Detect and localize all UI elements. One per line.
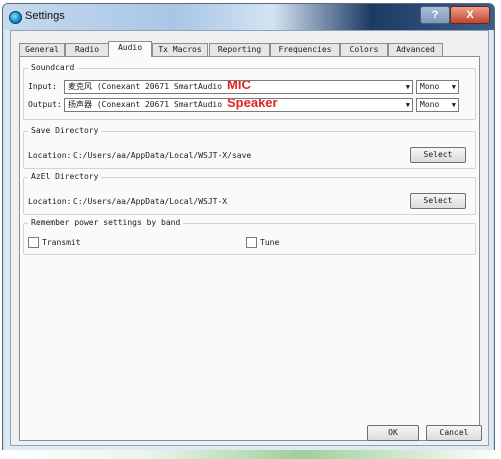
- tab-colors[interactable]: Colors: [340, 43, 388, 56]
- output-device-value: 扬声器 (Conexant 20671 SmartAudio: [68, 100, 223, 109]
- azel-directory-group: AzEl Directory Location: C:/Users/aa/App…: [23, 172, 476, 215]
- chevron-down-icon: ▼: [451, 101, 456, 109]
- tab-radio[interactable]: Radio: [65, 43, 109, 56]
- close-button[interactable]: X: [450, 6, 490, 24]
- tab-tx-macros[interactable]: Tx Macros: [152, 43, 208, 56]
- azel-directory-select-button[interactable]: Select: [410, 193, 466, 209]
- tab-frequencies[interactable]: Frequencies: [270, 43, 340, 56]
- chevron-down-icon: ▼: [451, 83, 456, 91]
- ok-button[interactable]: OK: [367, 425, 419, 441]
- tune-label: Tune: [260, 238, 280, 247]
- settings-window: Settings ? X General Radio Audio Tx Macr…: [2, 3, 495, 453]
- input-channel-value: Mono: [420, 82, 440, 91]
- chevron-down-icon: ▼: [405, 101, 410, 109]
- transmit-label: Transmit: [42, 238, 81, 247]
- input-device-value: 麦克风 (Conexant 20671 SmartAudio: [68, 82, 223, 91]
- azel-location-label: Location:: [28, 197, 72, 206]
- app-icon: [9, 11, 22, 24]
- title-bar[interactable]: Settings ? X: [3, 4, 494, 30]
- tab-general[interactable]: General: [19, 43, 65, 56]
- output-channel-select[interactable]: Mono ▼: [416, 98, 459, 112]
- mic-annotation: MIC: [227, 80, 251, 92]
- input-device-select[interactable]: 麦克风 (Conexant 20671 SmartAudio MIC ▼: [64, 80, 413, 94]
- window-title: Settings: [25, 10, 65, 22]
- speaker-annotation: Speaker: [227, 98, 278, 110]
- power-settings-group: Remember power settings by band Transmit…: [23, 218, 476, 255]
- cancel-button[interactable]: Cancel: [426, 425, 482, 441]
- save-directory-group: Save Directory Location: C:/Users/aa/App…: [23, 126, 476, 169]
- output-channel-value: Mono: [420, 100, 440, 109]
- azel-location-path: C:/Users/aa/AppData/Local/WSJT-X: [73, 197, 228, 206]
- output-device-select[interactable]: 扬声器 (Conexant 20671 SmartAudio Speaker ▼: [64, 98, 413, 112]
- save-location-path: C:/Users/aa/AppData/Local/WSJT-X/save: [73, 151, 252, 160]
- power-settings-title: Remember power settings by band: [28, 218, 184, 227]
- tab-audio[interactable]: Audio: [108, 41, 152, 57]
- soundcard-group: Soundcard Input: 麦克风 (Conexant 20671 Sma…: [23, 63, 476, 120]
- help-button[interactable]: ?: [420, 6, 450, 24]
- save-directory-title: Save Directory: [28, 126, 102, 135]
- azel-directory-title: AzEl Directory: [28, 172, 102, 181]
- dialog-body: General Radio Audio Tx Macros Reporting …: [10, 30, 489, 446]
- audio-tab-panel: Soundcard Input: 麦克风 (Conexant 20671 Sma…: [19, 56, 480, 441]
- tab-reporting[interactable]: Reporting: [209, 43, 270, 56]
- output-label: Output:: [28, 100, 62, 109]
- background-strip: [0, 450, 501, 459]
- save-directory-select-button[interactable]: Select: [410, 147, 466, 163]
- input-label: Input:: [28, 82, 57, 91]
- input-channel-select[interactable]: Mono ▼: [416, 80, 459, 94]
- tab-advanced[interactable]: Advanced: [388, 43, 443, 56]
- tune-checkbox[interactable]: [246, 237, 257, 248]
- transmit-checkbox[interactable]: [28, 237, 39, 248]
- soundcard-group-title: Soundcard: [28, 63, 78, 72]
- chevron-down-icon: ▼: [405, 83, 410, 91]
- save-location-label: Location:: [28, 151, 72, 160]
